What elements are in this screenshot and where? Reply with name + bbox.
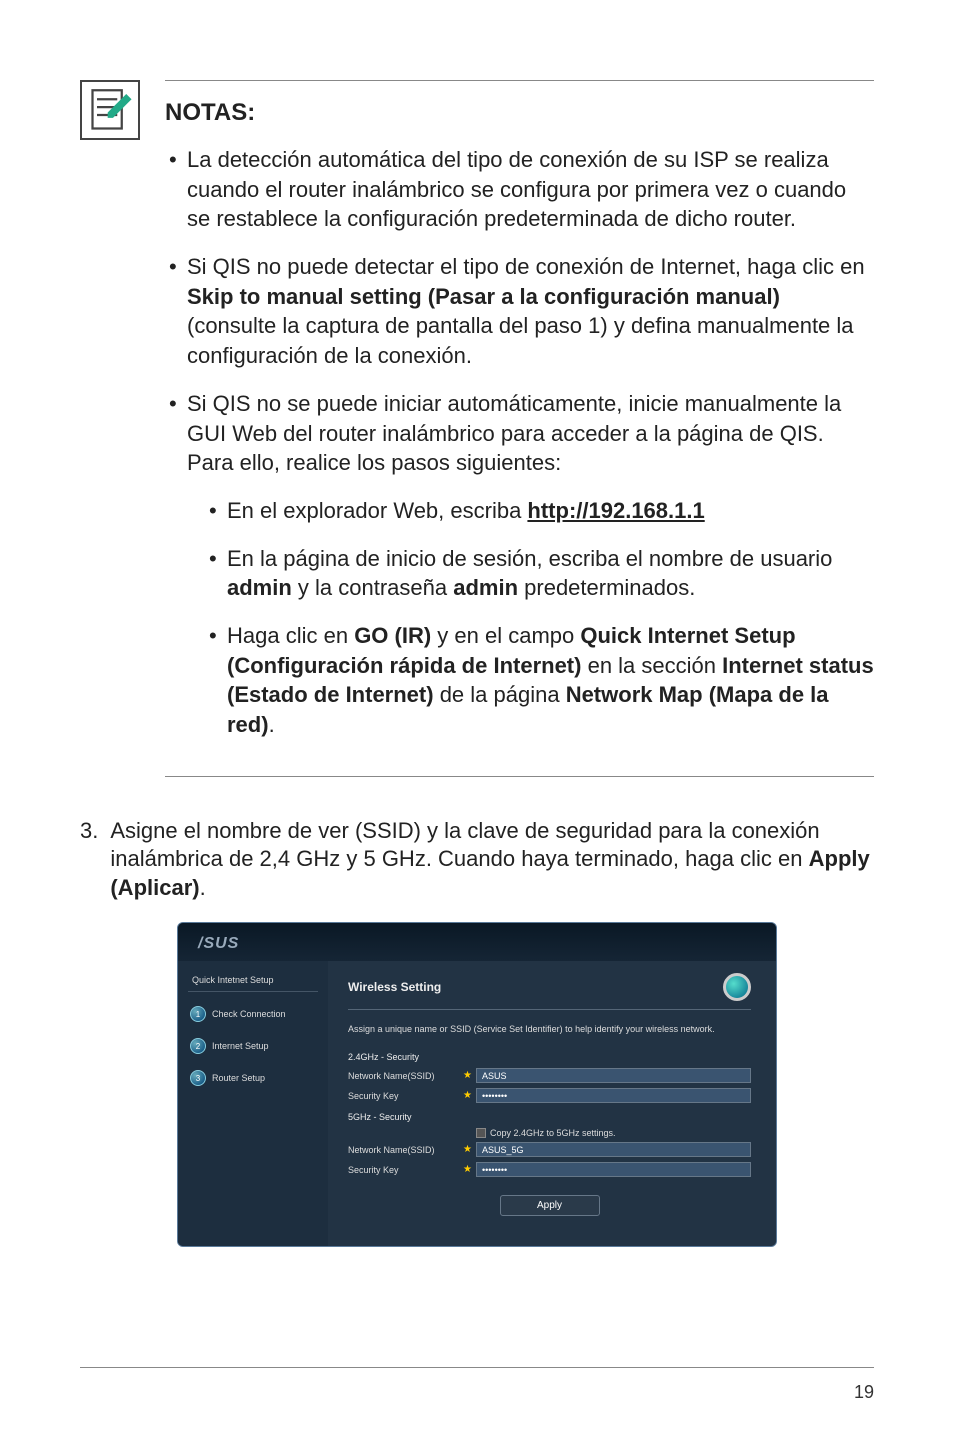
section-5ghz: 5GHz - Security bbox=[348, 1108, 751, 1122]
copy-settings-label: Copy 2.4GHz to 5GHz settings. bbox=[490, 1128, 616, 1138]
step-circle-icon: 1 bbox=[190, 1006, 206, 1022]
apply-button[interactable]: Apply bbox=[500, 1195, 600, 1216]
input-ssid-5[interactable]: ASUS_5G bbox=[476, 1142, 751, 1157]
step-circle-icon: 3 bbox=[190, 1070, 206, 1086]
input-key-24[interactable]: •••••••• bbox=[476, 1088, 751, 1103]
note-item: Si QIS no puede detectar el tipo de cone… bbox=[165, 252, 874, 371]
note-icon bbox=[80, 80, 140, 140]
notes-title: NOTAS bbox=[165, 99, 247, 126]
sub-note-item: En el explorador Web, escriba http://192… bbox=[205, 496, 874, 526]
step-circle-icon: 2 bbox=[190, 1038, 206, 1054]
section-24ghz: 2.4GHz - Security bbox=[348, 1048, 751, 1062]
label-ssid-24: Network Name(SSID) bbox=[348, 1071, 463, 1081]
step-text: Asigne el nombre de ver (SSID) y la clav… bbox=[110, 817, 874, 903]
sidebar-step-check[interactable]: 1 Check Connection bbox=[188, 1000, 318, 1032]
sidebar: Quick Intetnet Setup 1 Check Connection … bbox=[178, 961, 328, 1246]
input-ssid-24[interactable]: ASUS bbox=[476, 1068, 751, 1083]
note-item: La detección automática del tipo de cone… bbox=[165, 145, 874, 234]
note-item: Si QIS no se puede iniciar automáticamen… bbox=[165, 389, 874, 740]
label-ssid-5: Network Name(SSID) bbox=[348, 1145, 463, 1155]
note-box: NOTAS: La detección automática del tipo … bbox=[80, 80, 874, 777]
input-key-5[interactable]: •••••••• bbox=[476, 1162, 751, 1177]
copy-settings-checkbox[interactable] bbox=[476, 1128, 486, 1138]
main-panel: Wireless Setting Assign a unique name or… bbox=[328, 961, 776, 1246]
sidebar-title: Quick Intetnet Setup bbox=[188, 969, 318, 992]
sidebar-step-internet[interactable]: 2 Internet Setup bbox=[188, 1032, 318, 1064]
router-screenshot: /SUS Quick Intetnet Setup 1 Check Connec… bbox=[177, 922, 777, 1247]
sidebar-step-router[interactable]: 3 Router Setup bbox=[188, 1064, 318, 1096]
label-key-24: Security Key bbox=[348, 1091, 463, 1101]
url-link: http://192.168.1.1 bbox=[527, 498, 704, 523]
globe-icon bbox=[723, 973, 751, 1001]
sub-note-item: Haga clic en GO (IR) y en el campo Quick… bbox=[205, 621, 874, 740]
panel-heading: Wireless Setting bbox=[348, 980, 441, 994]
required-star-icon: ★ bbox=[463, 1144, 472, 1155]
step-3: 3. Asigne el nombre de ver (SSID) y la c… bbox=[80, 817, 874, 903]
required-star-icon: ★ bbox=[463, 1070, 472, 1081]
note-content: NOTAS: La detección automática del tipo … bbox=[165, 80, 874, 777]
panel-description: Assign a unique name or SSID (Service Se… bbox=[348, 1024, 751, 1034]
page-number: 19 bbox=[854, 1382, 874, 1403]
sub-note-item: En la página de inicio de sesión, escrib… bbox=[205, 544, 874, 603]
step-number: 3. bbox=[80, 817, 98, 903]
required-star-icon: ★ bbox=[463, 1164, 472, 1175]
asus-logo: /SUS bbox=[178, 923, 776, 961]
notepad-pencil-icon bbox=[88, 88, 133, 133]
label-key-5: Security Key bbox=[348, 1165, 463, 1175]
page-divider bbox=[80, 1367, 874, 1368]
required-star-icon: ★ bbox=[463, 1090, 472, 1101]
